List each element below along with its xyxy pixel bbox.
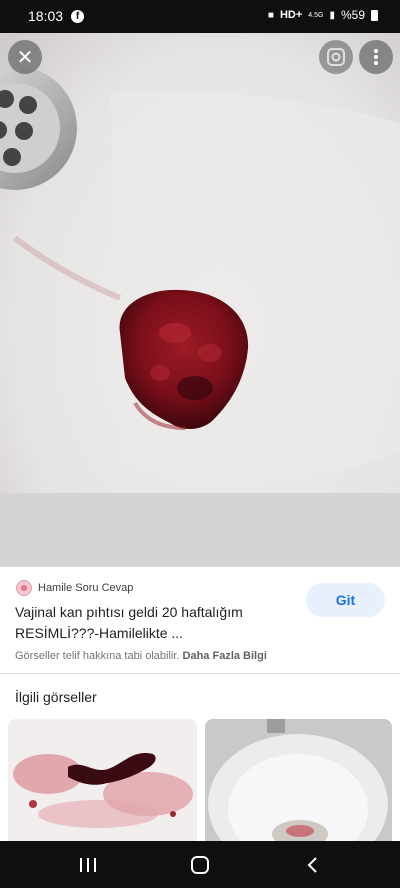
lock-icon: ■ <box>267 9 274 21</box>
copyright-notice: Görseller telif hakkına tabi olabilir. D… <box>15 650 267 662</box>
navigation-bar <box>0 841 400 888</box>
main-image <box>0 33 400 567</box>
related-image-2 <box>205 719 392 841</box>
google-lens-button[interactable] <box>319 40 353 74</box>
home-button[interactable] <box>180 852 220 878</box>
network-indicator: 4.5G <box>308 11 324 19</box>
image-viewer[interactable]: ✕ <box>0 33 400 567</box>
status-indicators: ■ HD+ 4.5G ▮ %59 <box>268 8 378 22</box>
related-image-thumbnail[interactable] <box>205 719 392 841</box>
related-images-heading: İlgili görseller <box>15 689 97 705</box>
source-logo-icon <box>16 580 32 596</box>
battery-icon <box>371 9 378 21</box>
status-time: 18:03 <box>28 8 64 24</box>
facebook-notification-icon: f <box>71 10 84 23</box>
battery-percent: %59 <box>340 8 365 22</box>
hd-indicator: HD+ <box>279 9 303 21</box>
google-lens-icon <box>327 48 345 66</box>
copyright-text: Görseller telif hakkına tabi olabilir. <box>15 650 180 662</box>
related-image-thumbnail[interactable] <box>8 719 197 841</box>
divider <box>0 673 400 674</box>
close-button[interactable]: ✕ <box>8 40 42 74</box>
close-icon: ✕ <box>16 46 34 69</box>
related-image-1 <box>8 719 197 841</box>
visit-button[interactable]: Git <box>306 583 385 617</box>
source-name: Hamile Soru Cevap <box>38 582 134 594</box>
result-title[interactable]: Vajinal kan pıhtısı geldi 20 haftalığım … <box>15 602 285 644</box>
more-options-button[interactable] <box>359 40 393 74</box>
back-button[interactable] <box>292 852 332 878</box>
recent-apps-icon <box>80 858 96 872</box>
more-info-link[interactable]: Daha Fazla Bilgi <box>183 650 267 662</box>
status-bar: 18:03 f ■ HD+ 4.5G ▮ %59 <box>0 0 400 33</box>
recent-apps-button[interactable] <box>68 852 108 878</box>
signal-icon: ▮ <box>329 9 335 21</box>
home-icon <box>191 856 209 874</box>
back-icon <box>307 857 317 873</box>
source-row[interactable]: Hamile Soru Cevap <box>16 579 133 597</box>
more-vert-icon <box>374 49 378 65</box>
